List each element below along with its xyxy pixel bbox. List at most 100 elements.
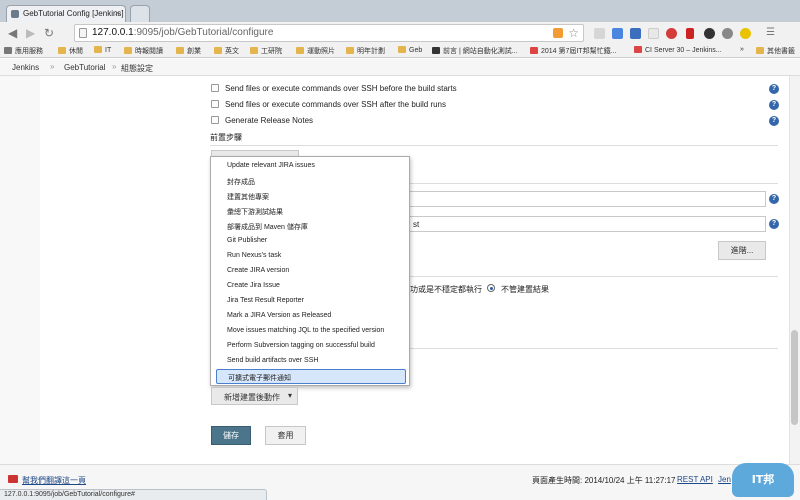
back-icon[interactable]: ◀	[8, 25, 17, 41]
menu-item[interactable]: Move issues matching JQL to the specifie…	[216, 324, 406, 339]
new-tab-button[interactable]	[130, 5, 150, 22]
menu-item[interactable]: Create Jira Issue	[216, 279, 406, 294]
save-button[interactable]: 儲存	[211, 426, 251, 445]
bookmark-item[interactable]: 英文	[214, 46, 239, 56]
url-host: 127.0.0.1	[92, 27, 134, 38]
folder-icon	[398, 46, 406, 53]
menu-item[interactable]: Git Publisher	[216, 234, 406, 249]
browser-toolbar: ◀ ▶ ↻ 127.0.0.1:9095/job/GebTutorial/con…	[0, 22, 800, 44]
bookmark-item[interactable]: 創業	[176, 46, 201, 56]
settings-icon[interactable]: ☰	[766, 25, 775, 41]
ithome-icon	[634, 46, 642, 53]
tab-title: GebTutorial Config [Jenkins]	[23, 9, 124, 18]
menu-item[interactable]: Jira Test Result Reporter	[216, 294, 406, 309]
reload-icon[interactable]: ↻	[44, 25, 54, 41]
build-result-always-radio[interactable]	[487, 284, 495, 292]
menu-item[interactable]: 部署成品到 Maven 儲存庫	[216, 219, 406, 234]
page-icon	[432, 47, 440, 54]
menu-item[interactable]: Send build artifacts over SSH	[216, 354, 406, 369]
post-build-action-menu: Update relevant JIRA issues 封存成品 建置其他專案 …	[210, 156, 410, 386]
help-icon[interactable]: ?	[769, 116, 779, 126]
menu-item[interactable]: 建置其他專案	[216, 189, 406, 204]
menu-item[interactable]: Create JIRA version	[216, 264, 406, 279]
config-field-1[interactable]	[408, 191, 766, 207]
ssh-after-checkbox[interactable]	[211, 100, 219, 108]
smile-icon[interactable]	[740, 28, 751, 39]
download-icon[interactable]	[630, 28, 641, 39]
menu-item[interactable]: Run Nexus's task	[216, 249, 406, 264]
menu-item[interactable]: 封存成品	[216, 174, 406, 189]
bookmark-item[interactable]: 休閒	[58, 46, 83, 56]
bookmarks-more[interactable]: »	[740, 46, 744, 53]
bookmark-item[interactable]: 明年計劃	[346, 46, 385, 56]
jenkins-favicon-icon	[11, 10, 19, 18]
bookmark-other[interactable]: 其他書籤	[756, 46, 795, 56]
folder-icon	[214, 47, 222, 54]
release-notes-label: Generate Release Notes	[225, 116, 314, 125]
bookmark-item[interactable]: CI Server 30 – Jenkins...	[634, 46, 722, 54]
apply-button[interactable]: 套用	[265, 426, 306, 445]
folder-icon	[58, 47, 66, 54]
breadcrumb-separator: »	[50, 62, 55, 71]
camera-icon[interactable]	[704, 28, 715, 39]
build-result-always-label: 不管建置結果	[501, 285, 549, 294]
forward-icon[interactable]: ▶	[26, 25, 35, 41]
menu-item[interactable]: Update relevant JIRA issues	[216, 159, 406, 174]
page-generated-time: 頁面產生時間: 2014/10/24 上午 11:27:17	[532, 476, 676, 485]
tab-close-icon[interactable]: ×	[115, 8, 120, 18]
menu-item[interactable]: 彙總下游測試結果	[216, 204, 406, 219]
help-icon[interactable]: ?	[769, 219, 779, 229]
star-icon[interactable]: ☆	[568, 26, 579, 40]
page-icon	[79, 28, 87, 38]
advanced-button[interactable]: 進階...	[718, 241, 766, 260]
help-icon[interactable]: ?	[769, 100, 779, 110]
ithome-logo: IT邦	[732, 463, 794, 497]
translate-icon	[8, 475, 18, 483]
rest-api-link[interactable]: REST API	[677, 475, 713, 484]
extension-icon[interactable]	[648, 28, 659, 39]
add-post-build-label: 新增建置後動作	[224, 393, 280, 402]
menu-item[interactable]: Mark a JIRA Version as Released	[216, 309, 406, 324]
bookmark-item[interactable]: Geb	[398, 46, 422, 54]
rss-icon[interactable]	[553, 28, 563, 38]
address-bar[interactable]: 127.0.0.1:9095/job/GebTutorial/configure…	[74, 24, 584, 42]
help-icon[interactable]: ?	[769, 194, 779, 204]
sidebar	[0, 76, 40, 464]
translate-icon[interactable]	[612, 28, 623, 39]
help-icon[interactable]: ?	[769, 84, 779, 94]
add-post-build-action-button[interactable]: 新增建置後動作 ▾	[211, 387, 298, 405]
bookmark-item[interactable]: 2014 第7屆IT邦幫忙鐵...	[530, 46, 616, 56]
config-field-2[interactable]	[408, 216, 766, 232]
bookmark-item[interactable]: 時報閱讀	[124, 46, 163, 56]
breadcrumb-jenkins[interactable]: Jenkins	[12, 63, 39, 72]
translate-link[interactable]: 幫我們翻譯這一頁	[22, 475, 86, 486]
folder-icon	[124, 47, 132, 54]
breadcrumb-job[interactable]: GebTutorial	[64, 63, 106, 72]
browser-tab-active[interactable]: GebTutorial Config [Jenkins] ×	[6, 5, 126, 22]
ssh-before-checkbox[interactable]	[211, 84, 219, 92]
pre-steps-title: 前置步驟	[210, 133, 242, 142]
bookmark-apps[interactable]: 應用服務	[4, 46, 43, 56]
scrollbar-thumb[interactable]	[791, 330, 798, 425]
breadcrumb-separator: »	[112, 62, 117, 71]
breadcrumb-page[interactable]: 組態設定	[121, 63, 153, 74]
menu-item[interactable]: Perform Subversion tagging on successful…	[216, 339, 406, 354]
bookmark-item[interactable]: IT	[94, 46, 111, 54]
menu-item-selected[interactable]: 可擴式電子郵件通知	[216, 369, 406, 384]
folder-icon	[756, 47, 764, 54]
bookmark-item[interactable]: 運動照片	[296, 46, 335, 56]
apps-icon	[4, 47, 12, 54]
bookmark-item[interactable]: 前言 | 網站自動化測試...	[432, 46, 518, 56]
release-notes-checkbox[interactable]	[211, 116, 219, 124]
folder-icon	[296, 47, 304, 54]
jenkins-version-link[interactable]: Jen	[718, 475, 731, 484]
adblock-icon[interactable]	[666, 28, 677, 39]
section-divider	[210, 145, 778, 146]
gmail-icon[interactable]	[594, 28, 605, 39]
build-result-partial-label: 功或是不穩定都執行	[410, 285, 482, 294]
extension-icon-2[interactable]	[722, 28, 733, 39]
folder-icon	[346, 47, 354, 54]
flag-icon[interactable]	[686, 28, 694, 39]
url-path: :9095/job/GebTutorial/configure	[133, 27, 274, 38]
bookmark-item[interactable]: 工研院	[250, 46, 282, 56]
